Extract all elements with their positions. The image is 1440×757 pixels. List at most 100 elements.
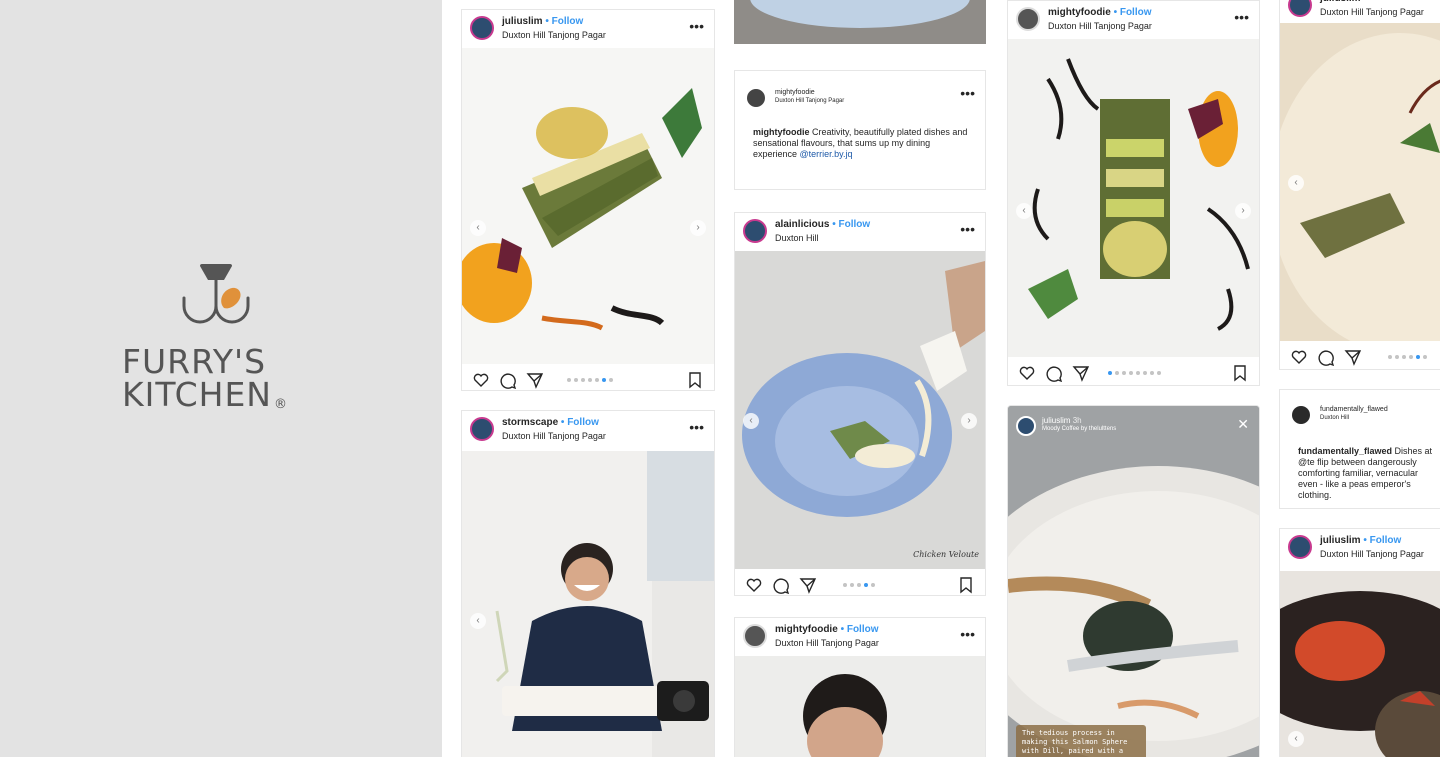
bookmark-icon[interactable] xyxy=(1231,364,1249,382)
follow-link[interactable]: • Follow xyxy=(1363,535,1401,546)
post-card: mightyfoodie • Follow Duxton Hill Tanjon… xyxy=(734,617,986,757)
post-header: alainlicious • Follow Duxton Hill ••• xyxy=(735,213,985,251)
bookmark-icon[interactable] xyxy=(957,576,975,594)
follow-link[interactable]: • Follow xyxy=(841,624,879,635)
avatar[interactable] xyxy=(743,219,767,243)
share-icon[interactable] xyxy=(799,576,817,594)
username[interactable]: juliuslim • Follow xyxy=(1320,535,1401,546)
brand-panel: FURRY'S KITCHEN ® xyxy=(0,0,442,757)
location[interactable]: Duxton Hill Tanjong Pagar xyxy=(1320,7,1424,17)
blue-plate-dish-image xyxy=(735,251,985,569)
comment-icon[interactable] xyxy=(1045,364,1063,382)
username[interactable]: stormscape • Follow xyxy=(502,417,599,428)
post-photo[interactable]: ‹ › xyxy=(462,48,714,364)
post-photo[interactable]: ‹ xyxy=(1280,23,1440,341)
more-options-icon[interactable]: ••• xyxy=(1234,9,1249,25)
post-photo[interactable] xyxy=(735,656,985,757)
heart-icon[interactable] xyxy=(1290,348,1308,366)
caption-user[interactable]: fundamentally_flawed xyxy=(1298,446,1392,456)
username[interactable]: fundamentally_flawed xyxy=(1320,406,1388,413)
story-music[interactable]: Moody Coffee by thelulttens xyxy=(1042,426,1116,432)
post-photo[interactable]: ‹ xyxy=(1280,571,1440,757)
cream-dish-image xyxy=(1280,23,1440,341)
comment-icon[interactable] xyxy=(772,576,790,594)
more-options-icon[interactable]: ••• xyxy=(960,85,975,101)
avatar[interactable] xyxy=(1016,7,1040,31)
plate-photo-image[interactable] xyxy=(734,0,986,44)
follow-link[interactable]: • Follow xyxy=(1114,7,1152,18)
follow-link[interactable]: • Follow xyxy=(545,16,583,27)
location[interactable]: Duxton Hill Tanjong Pagar xyxy=(775,638,879,648)
username[interactable]: juliuslim • Follow xyxy=(502,16,583,27)
comment-icon[interactable] xyxy=(1317,348,1335,366)
avatar[interactable] xyxy=(747,89,765,107)
post-header: mightyfoodie • Follow Duxton Hill Tanjon… xyxy=(1008,1,1259,39)
location[interactable]: Duxton Hill xyxy=(775,233,819,243)
more-options-icon[interactable]: ••• xyxy=(960,626,975,642)
portrait-photo-image xyxy=(735,656,985,757)
next-arrow-icon[interactable]: › xyxy=(961,413,977,429)
username[interactable]: alainlicious • Follow xyxy=(775,219,870,230)
location[interactable]: Duxton Hill xyxy=(1320,415,1349,421)
avatar[interactable] xyxy=(1288,535,1312,559)
heart-icon[interactable] xyxy=(745,576,763,594)
more-options-icon[interactable]: ••• xyxy=(689,419,704,435)
post-card: alainlicious • Follow Duxton Hill ••• Ch… xyxy=(734,212,986,596)
prev-arrow-icon[interactable]: ‹ xyxy=(1288,731,1304,747)
bookmark-icon[interactable] xyxy=(686,371,704,389)
instagram-collage: juliuslim • Follow Duxton Hill Tanjong P… xyxy=(442,0,1440,757)
photo-signature: Chicken Veloute xyxy=(913,550,979,559)
location[interactable]: Duxton Hill Tanjong Pagar xyxy=(502,30,606,40)
prev-arrow-icon[interactable]: ‹ xyxy=(1016,203,1032,219)
username[interactable]: mightyfoodie • Follow xyxy=(1048,7,1152,18)
follow-link[interactable]: • Follow xyxy=(832,219,870,230)
more-options-icon[interactable]: ••• xyxy=(689,18,704,34)
post-card: stormscape • Follow Duxton Hill Tanjong … xyxy=(461,410,715,757)
post-photo[interactable]: ‹ xyxy=(462,451,714,757)
username[interactable]: mightyfoodie • Follow xyxy=(775,624,879,635)
avatar[interactable] xyxy=(1292,406,1310,424)
story-card[interactable]: juliuslim 3h Moody Coffee by thelulttens… xyxy=(1007,405,1260,757)
location[interactable]: Duxton Hill Tanjong Pagar xyxy=(502,431,606,441)
location[interactable]: Duxton Hill Tanjong Pagar xyxy=(775,98,844,104)
username[interactable]: juliuslim xyxy=(1320,0,1361,4)
avatar[interactable] xyxy=(1016,416,1036,436)
caption-mention[interactable]: @terrier.by.jq xyxy=(800,149,853,159)
story-username[interactable]: juliuslim 3h xyxy=(1042,416,1082,425)
brand-line-1: FURRY'S xyxy=(122,342,267,381)
post-actions xyxy=(1280,343,1440,369)
brand-wordmark: FURRY'S KITCHEN ® xyxy=(122,345,288,421)
close-icon[interactable]: ✕ xyxy=(1237,416,1249,433)
post-photo[interactable]: ‹ › xyxy=(1008,39,1259,357)
carousel-dots xyxy=(567,378,613,382)
caption-user[interactable]: mightyfoodie xyxy=(753,127,810,137)
post-card-partial xyxy=(734,0,986,44)
location[interactable]: Duxton Hill Tanjong Pagar xyxy=(1048,21,1152,31)
story-caption: The tedious process in making this Salmo… xyxy=(1016,725,1146,757)
post-photo[interactable]: Chicken Veloute ‹ › xyxy=(735,251,985,569)
share-icon[interactable] xyxy=(1344,348,1362,366)
share-icon[interactable] xyxy=(1072,364,1090,382)
diner-photo-image xyxy=(462,451,714,757)
comment-icon[interactable] xyxy=(499,371,517,389)
prev-arrow-icon[interactable]: ‹ xyxy=(1288,175,1304,191)
more-options-icon[interactable]: ••• xyxy=(960,221,975,237)
follow-link[interactable]: • Follow xyxy=(561,417,599,428)
post-caption: fundamentally_flawed Dishes at @te flip … xyxy=(1298,446,1439,501)
next-arrow-icon[interactable]: › xyxy=(1235,203,1251,219)
heart-icon[interactable] xyxy=(472,371,490,389)
next-arrow-icon[interactable]: › xyxy=(690,220,706,236)
username[interactable]: mightyfoodie xyxy=(775,89,815,96)
avatar[interactable] xyxy=(470,16,494,40)
share-icon[interactable] xyxy=(526,371,544,389)
avatar[interactable] xyxy=(470,417,494,441)
prev-arrow-icon[interactable]: ‹ xyxy=(743,413,759,429)
post-actions xyxy=(462,366,714,390)
furrys-kitchen-logo-icon xyxy=(182,264,250,324)
heart-icon[interactable] xyxy=(1018,364,1036,382)
avatar[interactable] xyxy=(1288,0,1312,17)
prev-arrow-icon[interactable]: ‹ xyxy=(470,613,486,629)
location[interactable]: Duxton Hill Tanjong Pagar xyxy=(1320,549,1424,559)
avatar[interactable] xyxy=(743,624,767,648)
prev-arrow-icon[interactable]: ‹ xyxy=(470,220,486,236)
